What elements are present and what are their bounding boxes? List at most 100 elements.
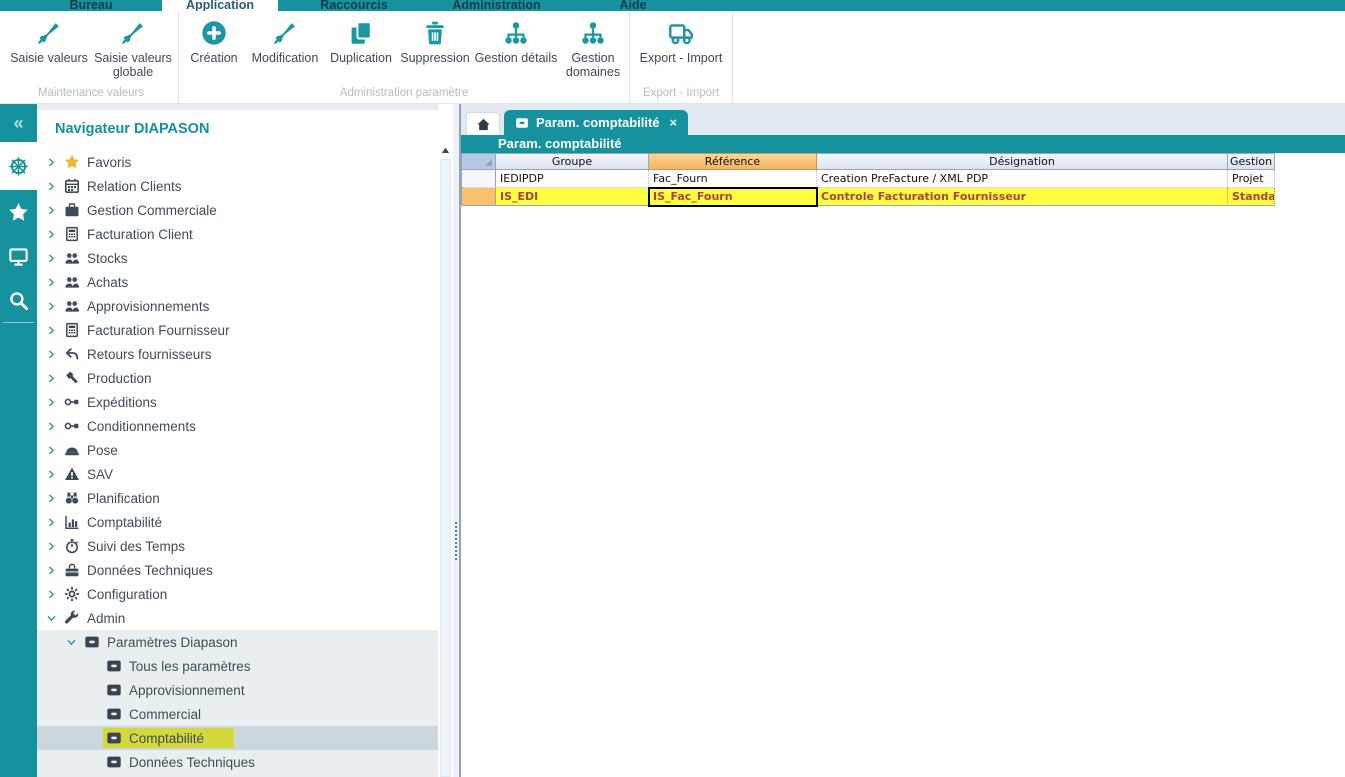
chevron-right-icon[interactable] [46, 517, 57, 528]
nav-item-configuration[interactable]: Configuration [37, 582, 438, 606]
nav-item-retours-fournisseurs[interactable]: Retours fournisseurs [37, 342, 438, 366]
panel-splitter[interactable] [453, 104, 461, 777]
chevron-right-icon[interactable] [46, 205, 57, 216]
nav-item-suivi-des-temps[interactable]: Suivi des Temps [37, 534, 438, 558]
rail-favorites-button[interactable] [0, 190, 37, 234]
export-import-button[interactable]: Export - Import [633, 11, 729, 86]
cell-designation[interactable]: Creation PreFacture / XML PDP [817, 170, 1228, 188]
tab-param-comptabilite[interactable]: Param. comptabilité × [504, 110, 688, 135]
group-administration-parametre: Création Modification Duplication Suppre… [179, 11, 630, 103]
scroll-up-icon[interactable] [439, 144, 452, 157]
scrollbar-track[interactable] [440, 159, 451, 777]
collapse-sidebar-button[interactable]: « [0, 104, 37, 142]
cell-gestion[interactable]: Standard [1228, 188, 1275, 206]
column-header-designation[interactable]: Désignation [817, 153, 1228, 170]
chevron-right-icon[interactable] [46, 229, 57, 240]
nav-item-tous-les-parametres[interactable]: Tous les paramètres [37, 654, 438, 678]
nav-item-donnees-techniques[interactable]: Données Techniques [37, 558, 438, 582]
nav-item-parametres-diapason[interactable]: Paramètres Diapason [37, 630, 438, 654]
chevron-right-icon[interactable] [46, 181, 57, 192]
nav-item-conditionnements[interactable]: Conditionnements [37, 414, 438, 438]
nav-item-achats[interactable]: Achats [37, 270, 438, 294]
nav-item-stocks[interactable]: Stocks [37, 246, 438, 270]
splitter-handle[interactable] [455, 522, 457, 560]
tab-administration[interactable]: Administration [430, 0, 563, 11]
chevron-down-icon[interactable] [66, 637, 77, 648]
column-header-reference[interactable]: Référence [649, 153, 817, 170]
nav-item-comptabilite[interactable]: Comptabilité [37, 510, 438, 534]
chevron-right-icon[interactable] [46, 373, 57, 384]
chevron-down-icon[interactable] [46, 613, 57, 624]
highlight-marker: Comptabilité [103, 728, 234, 748]
duplication-button[interactable]: Duplication [324, 11, 398, 86]
nav-item-comptabilite-param[interactable]: Comptabilité [37, 726, 438, 750]
nav-item-approvisionnements[interactable]: Approvisionnements [37, 294, 438, 318]
drawer-icon [106, 706, 122, 722]
rail-search-button[interactable] [0, 278, 37, 322]
nav-item-commercial[interactable]: Commercial [37, 702, 438, 726]
helmet-icon [64, 442, 80, 458]
cell-reference-focused[interactable]: IS_Fac_Fourn [649, 188, 817, 206]
document-tab-strip: Param. comptabilité × [461, 104, 1345, 135]
modification-button[interactable]: Modification [246, 11, 324, 86]
nav-item-facturation-fournisseur[interactable]: Facturation Fournisseur [37, 318, 438, 342]
row-handle[interactable] [462, 188, 496, 206]
ribbon-body: Saisie valeurs Saisie valeurs globale Ma… [0, 11, 1345, 103]
rail-monitor-button[interactable] [0, 234, 37, 278]
nav-item-facturation-client[interactable]: Facturation Client [37, 222, 438, 246]
gestion-details-button[interactable]: Gestion détails [472, 11, 560, 86]
column-header-gestion[interactable]: Gestion [1228, 153, 1275, 170]
tab-application[interactable]: Application [162, 0, 278, 11]
cell-reference[interactable]: Fac_Fourn [649, 170, 817, 188]
creation-button[interactable]: Création [182, 11, 246, 86]
navigator-title: Navigateur DIAPASON [55, 121, 438, 137]
chevron-right-icon[interactable] [46, 421, 57, 432]
nav-item-donnees-techniques-param[interactable]: Données Techniques [37, 750, 438, 774]
cell-gestion[interactable]: Projet [1228, 170, 1275, 188]
nav-item-expeditions[interactable]: Expéditions [37, 390, 438, 414]
close-tab-icon[interactable]: × [670, 115, 678, 130]
cell-groupe[interactable]: IS_EDI [496, 188, 649, 206]
chevron-right-icon[interactable] [46, 277, 57, 288]
chevron-right-icon[interactable] [46, 301, 57, 312]
nav-item-approvisionnement[interactable]: Approvisionnement [37, 678, 438, 702]
suppression-button[interactable]: Suppression [398, 11, 472, 86]
rail-navigator-button[interactable] [0, 142, 37, 190]
row-handle[interactable] [462, 170, 496, 188]
chevron-right-icon[interactable] [46, 469, 57, 480]
chevron-right-icon[interactable] [46, 565, 57, 576]
nav-item-favoris[interactable]: Favoris [37, 150, 438, 174]
table-row-highlighted[interactable]: IS_EDI IS_Fac_Fourn Controle Facturation… [462, 188, 1274, 206]
tab-aide[interactable]: Aide [563, 0, 703, 11]
chevron-right-icon[interactable] [46, 445, 57, 456]
column-header-groupe[interactable]: Groupe [496, 153, 649, 170]
navigator-scrollbar[interactable] [438, 104, 453, 777]
chevron-right-icon[interactable] [46, 325, 57, 336]
chevron-right-icon[interactable] [46, 349, 57, 360]
nav-item-gestion-commerciale[interactable]: Gestion Commerciale [37, 198, 438, 222]
home-tab[interactable] [466, 112, 500, 135]
gestion-domaines-button[interactable]: Gestion domaines [560, 11, 626, 86]
left-rail: « [0, 104, 37, 777]
select-all-cell[interactable] [462, 153, 496, 170]
cell-designation[interactable]: Controle Facturation Fournisseur [817, 188, 1228, 206]
saisie-valeurs-button[interactable]: Saisie valeurs [7, 11, 91, 86]
chevron-right-icon[interactable] [46, 253, 57, 264]
nav-item-planification[interactable]: Planification [37, 486, 438, 510]
tab-raccourcis[interactable]: Raccourcis [278, 0, 430, 11]
chevron-right-icon[interactable] [46, 589, 57, 600]
chevron-right-icon[interactable] [46, 397, 57, 408]
nav-item-sav[interactable]: SAV [37, 462, 438, 486]
chevron-right-icon[interactable] [46, 541, 57, 552]
chevron-right-icon[interactable] [46, 493, 57, 504]
saisie-valeurs-globale-button[interactable]: Saisie valeurs globale [91, 11, 175, 86]
cell-groupe[interactable]: IEDIPDP [496, 170, 649, 188]
table-row[interactable]: IEDIPDP Fac_Fourn Creation PreFacture / … [462, 170, 1274, 188]
chevron-right-icon[interactable] [46, 157, 57, 168]
tab-bureau[interactable]: Bureau [20, 0, 162, 11]
nav-item-pose[interactable]: Pose [37, 438, 438, 462]
nav-item-relation-clients[interactable]: Relation Clients [37, 174, 438, 198]
nav-item-admin[interactable]: Admin [37, 606, 438, 630]
pen-icon [120, 20, 146, 46]
nav-item-production[interactable]: Production [37, 366, 438, 390]
